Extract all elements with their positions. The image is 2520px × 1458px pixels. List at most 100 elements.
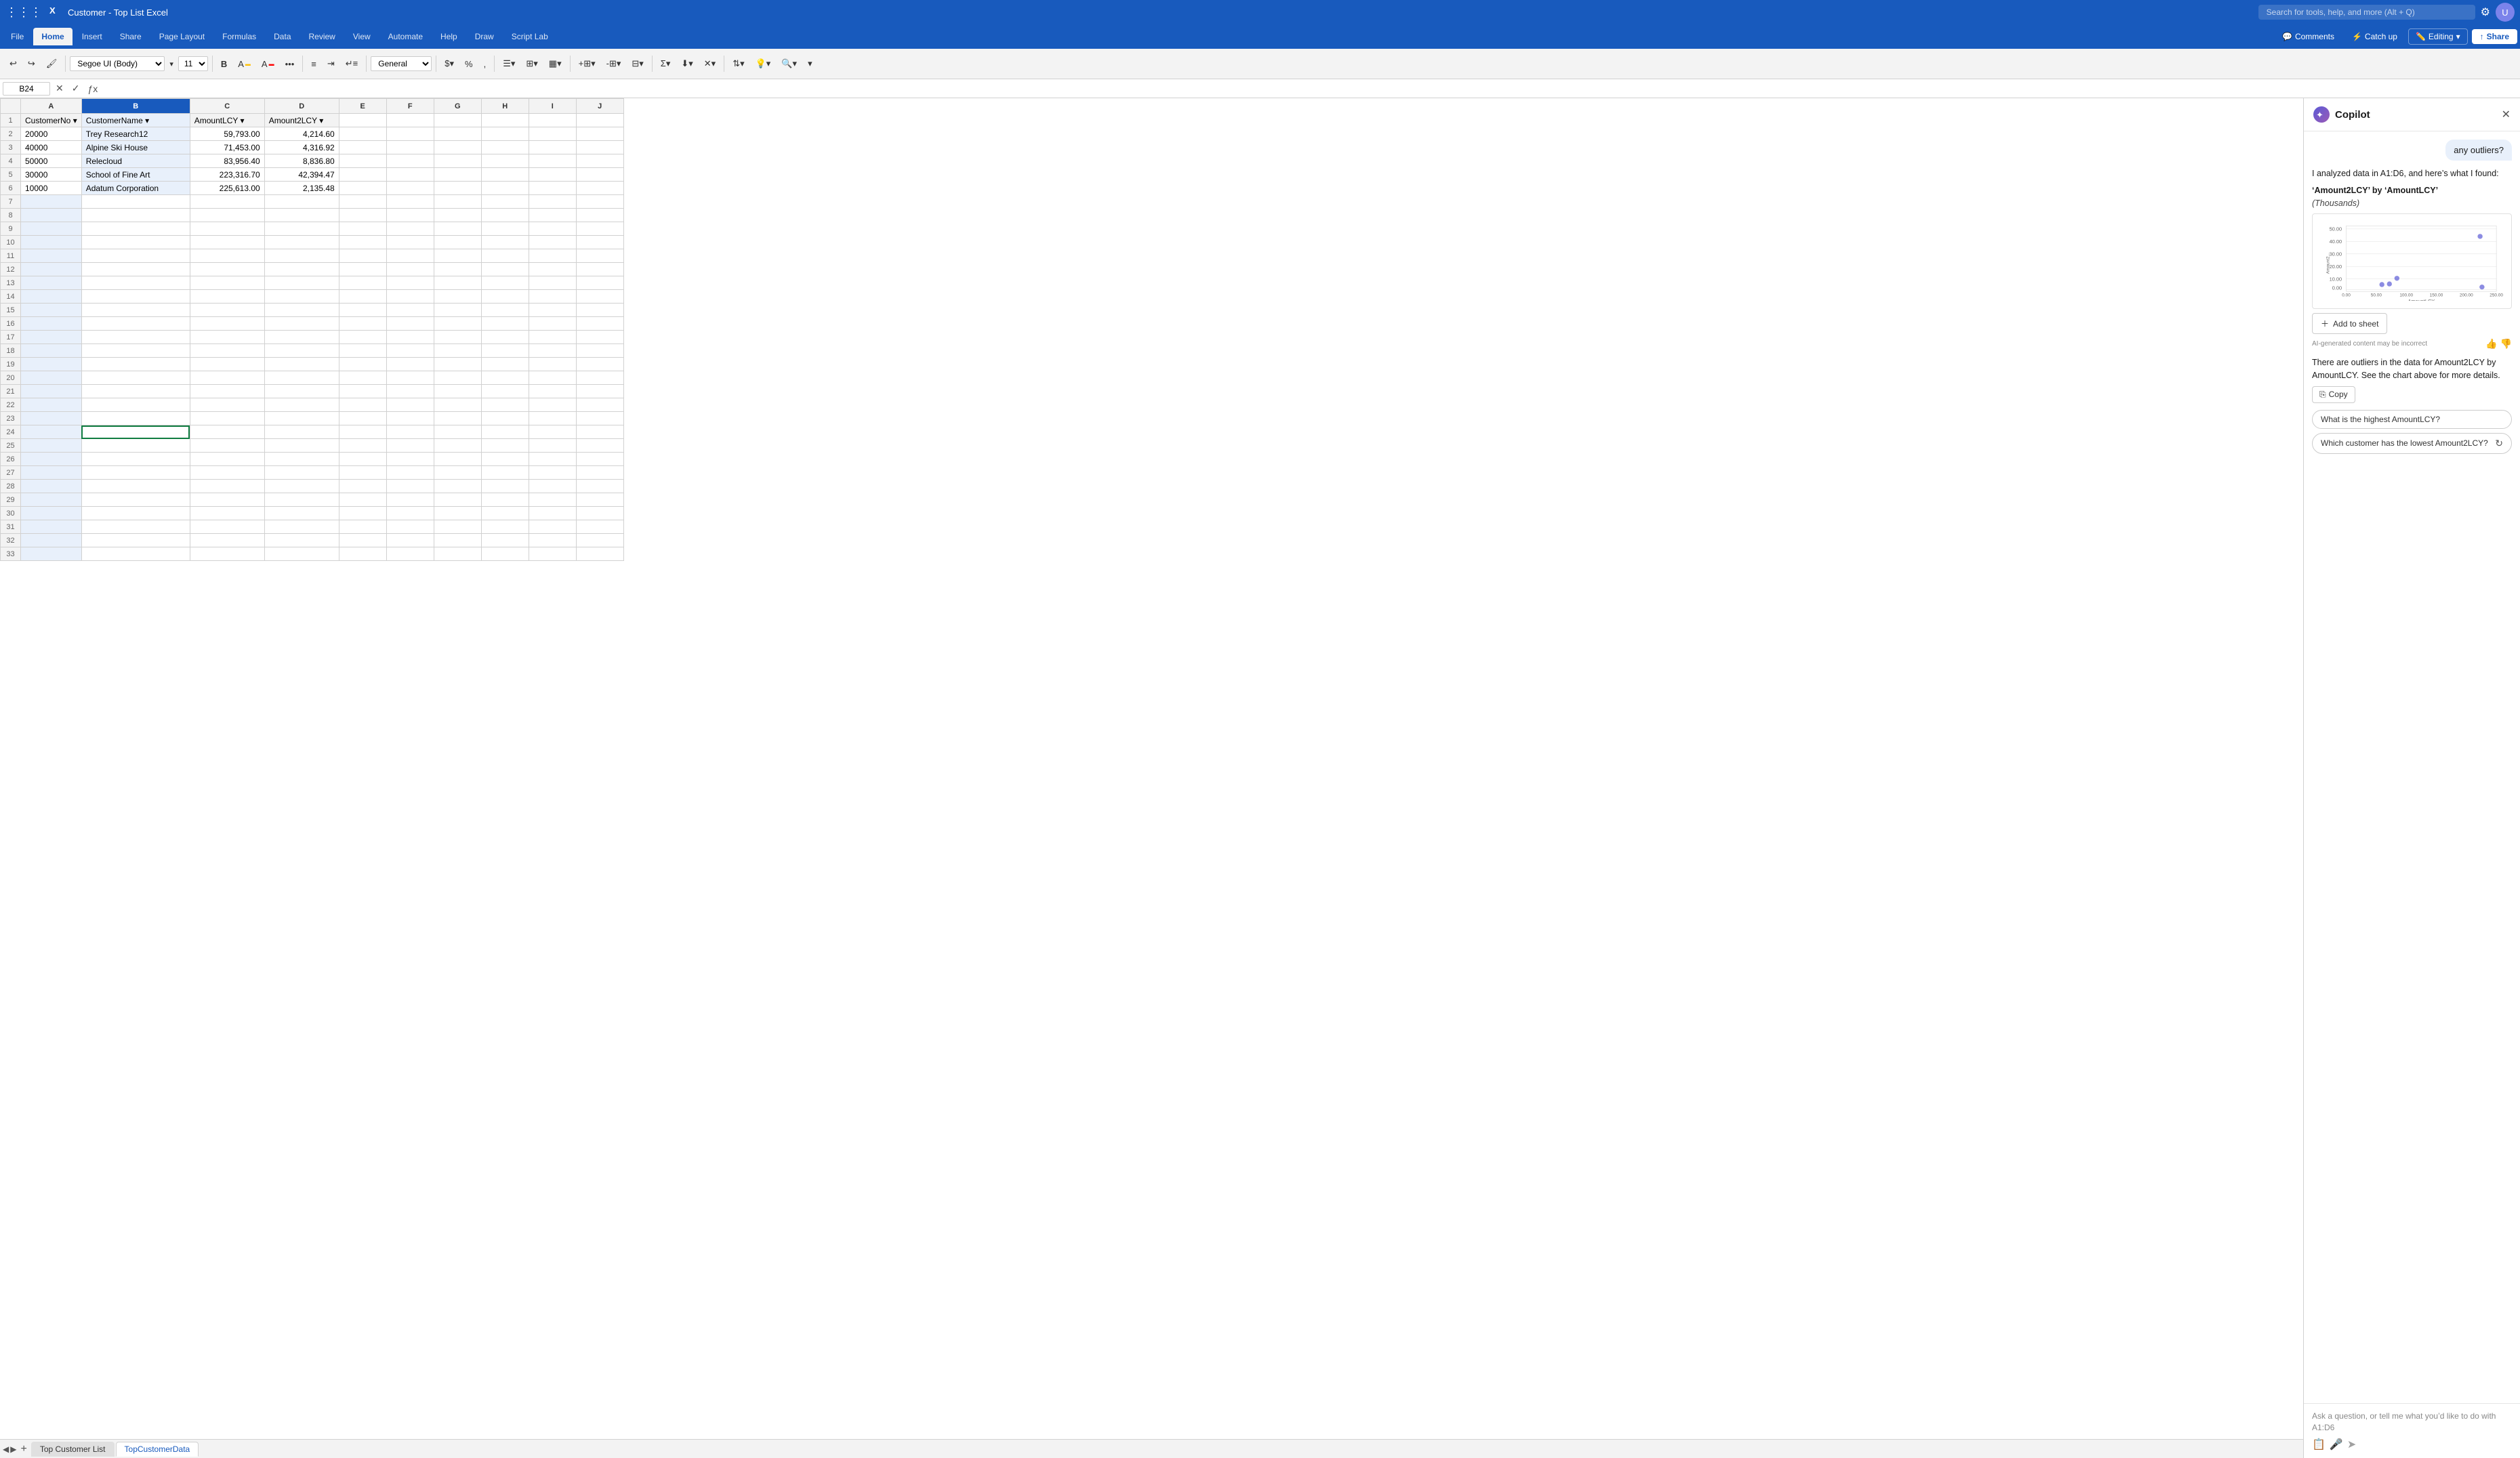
- tab-file[interactable]: File: [3, 28, 32, 45]
- cell-b24[interactable]: [81, 425, 190, 439]
- col-header-c[interactable]: C: [190, 99, 264, 114]
- cell-e1[interactable]: [339, 114, 386, 127]
- cell-i6[interactable]: [529, 182, 576, 195]
- cell-i5[interactable]: [529, 168, 576, 182]
- col-header-j[interactable]: J: [576, 99, 623, 114]
- col-header-d[interactable]: D: [264, 99, 339, 114]
- format-as-table-button[interactable]: ⊞▾: [522, 56, 541, 72]
- tab-automate[interactable]: Automate: [380, 28, 431, 45]
- copilot-close-icon[interactable]: ✕: [2502, 108, 2511, 121]
- suggestion-chip-2[interactable]: Which customer has the lowest Amount2LCY…: [2312, 433, 2512, 454]
- number-format-selector[interactable]: General: [371, 56, 432, 71]
- font-dropdown-icon[interactable]: ▾: [167, 57, 175, 71]
- send-icon[interactable]: ➤: [2347, 1438, 2356, 1451]
- cell-e24[interactable]: [339, 425, 386, 439]
- cell-reference-input[interactable]: [3, 82, 50, 96]
- cell-c2[interactable]: 59,793.00: [190, 127, 264, 141]
- cell-h3[interactable]: [481, 141, 529, 154]
- more-font-button[interactable]: •••: [281, 56, 299, 72]
- more-button[interactable]: ▾: [804, 56, 817, 72]
- notebook-icon[interactable]: 📋: [2312, 1438, 2326, 1451]
- cell-b5[interactable]: School of Fine Art: [81, 168, 190, 182]
- sheet-container[interactable]: A B C D E F G H I J 1: [0, 98, 2303, 1439]
- cell-a5[interactable]: 30000: [21, 168, 82, 182]
- cell-c4[interactable]: 83,956.40: [190, 154, 264, 168]
- comma-button[interactable]: ,: [480, 56, 491, 72]
- tab-data[interactable]: Data: [266, 28, 299, 45]
- sort-filter-button[interactable]: ⇅▾: [728, 56, 748, 72]
- insert-function-icon[interactable]: ƒx: [85, 83, 100, 94]
- cell-d1[interactable]: Amount2LCY ▾: [264, 114, 339, 127]
- cell-j2[interactable]: [576, 127, 623, 141]
- microphone-icon[interactable]: 🎤: [2330, 1438, 2343, 1451]
- find-button[interactable]: 🔍▾: [777, 56, 801, 72]
- catch-up-button[interactable]: ⚡ Catch up: [2345, 29, 2404, 44]
- cell-a4[interactable]: 50000: [21, 154, 82, 168]
- editing-button[interactable]: ✏️ Editing ▾: [2408, 28, 2468, 45]
- cell-f5[interactable]: [386, 168, 434, 182]
- cell-b3[interactable]: Alpine Ski House: [81, 141, 190, 154]
- col-header-e[interactable]: E: [339, 99, 386, 114]
- tab-draw[interactable]: Draw: [467, 28, 502, 45]
- cell-e4[interactable]: [339, 154, 386, 168]
- cell-b6[interactable]: Adatum Corporation: [81, 182, 190, 195]
- font-family-selector[interactable]: Segoe UI (Body): [70, 56, 165, 71]
- fill-button[interactable]: ⬇▾: [677, 56, 697, 72]
- indent-button[interactable]: ⇥: [323, 56, 339, 72]
- cell-a2[interactable]: 20000: [21, 127, 82, 141]
- cell-f24[interactable]: [386, 425, 434, 439]
- cell-g1[interactable]: [434, 114, 481, 127]
- col-header-g[interactable]: G: [434, 99, 481, 114]
- cell-g4[interactable]: [434, 154, 481, 168]
- cell-h1[interactable]: [481, 114, 529, 127]
- cell-b2[interactable]: Trey Research12: [81, 127, 190, 141]
- redo-button[interactable]: ↪: [24, 56, 39, 72]
- suggestion-chip-1[interactable]: What is the highest AmountLCY?: [2312, 410, 2512, 429]
- cell-g6[interactable]: [434, 182, 481, 195]
- thumbs-down-icon[interactable]: 👎: [2500, 338, 2512, 350]
- cell-b4[interactable]: Relecloud: [81, 154, 190, 168]
- cell-d6[interactable]: 2,135.48: [264, 182, 339, 195]
- cell-a6[interactable]: 10000: [21, 182, 82, 195]
- tab-view[interactable]: View: [345, 28, 379, 45]
- tab-formulas[interactable]: Formulas: [214, 28, 264, 45]
- cell-e2[interactable]: [339, 127, 386, 141]
- cell-f6[interactable]: [386, 182, 434, 195]
- cell-i2[interactable]: [529, 127, 576, 141]
- cell-i4[interactable]: [529, 154, 576, 168]
- col-header-i[interactable]: I: [529, 99, 576, 114]
- delete-cells-button[interactable]: -⊞▾: [602, 56, 625, 72]
- conditional-format-button[interactable]: ☰▾: [499, 56, 519, 72]
- cell-j24[interactable]: [576, 425, 623, 439]
- comments-button[interactable]: 💬 Comments: [2275, 29, 2341, 44]
- cell-g24[interactable]: [434, 425, 481, 439]
- confirm-formula-icon[interactable]: ✓: [69, 83, 83, 94]
- cell-f3[interactable]: [386, 141, 434, 154]
- cell-e6[interactable]: [339, 182, 386, 195]
- cell-f4[interactable]: [386, 154, 434, 168]
- cell-a3[interactable]: 40000: [21, 141, 82, 154]
- cancel-formula-icon[interactable]: ✕: [53, 83, 66, 94]
- cell-i3[interactable]: [529, 141, 576, 154]
- cell-c6[interactable]: 225,613.00: [190, 182, 264, 195]
- cell-j3[interactable]: [576, 141, 623, 154]
- cell-f1[interactable]: [386, 114, 434, 127]
- cell-d2[interactable]: 4,214.60: [264, 127, 339, 141]
- tab-share[interactable]: Share: [112, 28, 150, 45]
- formula-input[interactable]: [103, 83, 2517, 95]
- cell-e5[interactable]: [339, 168, 386, 182]
- col-header-h[interactable]: H: [481, 99, 529, 114]
- format-cells-button[interactable]: ⊟▾: [627, 56, 647, 72]
- cell-h6[interactable]: [481, 182, 529, 195]
- cell-h5[interactable]: [481, 168, 529, 182]
- cell-c24[interactable]: [190, 425, 264, 439]
- undo-button[interactable]: ↩: [5, 56, 21, 72]
- cell-c5[interactable]: 223,316.70: [190, 168, 264, 182]
- cell-h2[interactable]: [481, 127, 529, 141]
- font-color-button[interactable]: A▬: [257, 56, 278, 72]
- col-header-f[interactable]: F: [386, 99, 434, 114]
- tab-review[interactable]: Review: [301, 28, 344, 45]
- cell-d3[interactable]: 4,316.92: [264, 141, 339, 154]
- copy-format-button[interactable]: 🖌: [42, 56, 62, 72]
- insert-cells-button[interactable]: +⊞▾: [575, 56, 600, 72]
